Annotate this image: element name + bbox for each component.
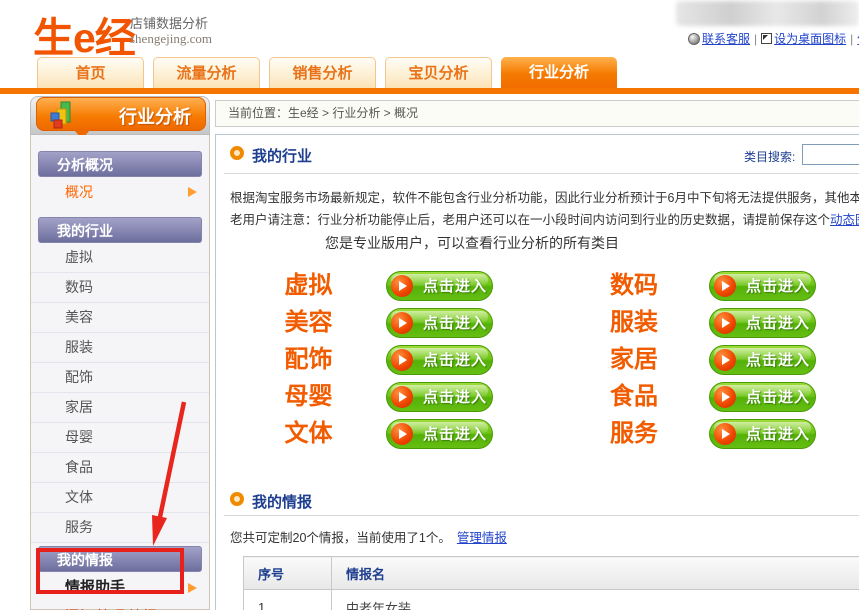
intel-usage-line: 您共可定制20个情报，当前使用了1个。管理情报: [230, 527, 507, 546]
sidebar-item-label: 概况: [65, 177, 93, 207]
enter-button-mother-baby[interactable]: 点击进入: [386, 382, 493, 412]
arrow-circle-icon: [714, 312, 736, 334]
sidebar-group-analysis-overview[interactable]: 分析概况: [38, 151, 202, 177]
cell-index: 1: [244, 590, 332, 610]
category-row: 配饰 点击进入 家居 点击进入: [216, 345, 859, 375]
category-search-label: 类目搜索:: [744, 148, 795, 165]
desktop-shortcut-link[interactable]: 设为桌面图标: [774, 32, 846, 46]
sidebar-group-my-industry[interactable]: 我的行业: [38, 217, 202, 243]
tab-sales-analysis[interactable]: 销售分析: [269, 57, 376, 88]
cell-intel-name: 中老年女装: [332, 590, 859, 610]
enter-button-home[interactable]: 点击进入: [709, 345, 816, 375]
table-header-row: 序号 情报名: [244, 557, 859, 590]
link-separator: |: [850, 32, 853, 46]
notice-line-2: 老用户请注意：行业分析功能停止后，老用户还可以在一小段时间内访问到行业的历史数据…: [230, 209, 859, 228]
category-label-food: 食品: [581, 382, 687, 412]
enter-button-services[interactable]: 点击进入: [709, 419, 816, 449]
category-label-home: 家居: [581, 345, 687, 375]
section-title-my-industry: 我的行业: [252, 145, 312, 166]
logo[interactable]: 生e经: [33, 4, 135, 64]
arrow-circle-icon: [714, 275, 736, 297]
arrow-circle-icon: [391, 423, 413, 445]
enter-button-accessories[interactable]: 点击进入: [386, 345, 493, 375]
enter-button-digital[interactable]: 点击进入: [709, 271, 816, 301]
arrow-circle-icon: [391, 312, 413, 334]
category-label-beauty: 美容: [256, 308, 361, 338]
tab-traffic-analysis[interactable]: 流量分析: [153, 57, 260, 88]
intel-item-link[interactable]: 中老年女装: [346, 601, 411, 610]
section-bullet-icon: [230, 492, 244, 506]
enter-button-culture-sports[interactable]: 点击进入: [386, 419, 493, 449]
category-search-input[interactable]: [802, 144, 859, 165]
arrow-circle-icon: [391, 275, 413, 297]
arrow-circle-icon: [391, 386, 413, 408]
sidebar-item-accessories[interactable]: 配饰: [31, 363, 209, 393]
col-header-index: 序号: [244, 557, 332, 590]
enter-button-food[interactable]: 点击进入: [709, 382, 816, 412]
sidebar-item-clothing[interactable]: 服装: [31, 333, 209, 363]
notice-line-1: 根据淘宝服务市场最新规定，软件不能包含行业分析功能，因此行业分析预计于6月中下旬…: [230, 187, 859, 206]
logo-domain: shengejing.com: [130, 31, 212, 47]
logo-subtitle: 店铺数据分析: [130, 13, 208, 32]
desktop-shortcut-icon: [761, 33, 772, 44]
category-row: 虚拟 点击进入 数码 点击进入: [216, 271, 859, 301]
category-label-services: 服务: [581, 419, 687, 449]
category-row: 美容 点击进入 服装 点击进入: [216, 308, 859, 338]
tab-item-analysis[interactable]: 宝贝分析: [385, 57, 492, 88]
sidebar-item-overview[interactable]: 概况: [31, 177, 209, 207]
sidebar-item-digital[interactable]: 数码: [31, 273, 209, 303]
pro-user-line: 您是专业版用户，可以查看行业分析的所有类目: [216, 233, 728, 253]
tabbar-underline: [0, 88, 859, 94]
link-separator: |: [754, 32, 757, 46]
tab-industry-analysis[interactable]: 行业分析: [501, 57, 617, 88]
sidebar-title: 行业分析: [105, 103, 205, 129]
tab-home[interactable]: 首页: [37, 57, 144, 88]
dynamic-image-link[interactable]: 动态图片: [830, 213, 859, 227]
category-row: 文体 点击进入 服务 点击进入: [216, 419, 859, 449]
section-title-my-intel: 我的情报: [252, 491, 312, 512]
header-links: 联系客服|设为桌面图标|使: [688, 30, 859, 46]
customer-service-icon: [688, 33, 700, 45]
sidebar-item-add-manage-intel[interactable]: 添加/管理 情报: [31, 604, 209, 610]
enter-button-beauty[interactable]: 点击进入: [386, 308, 493, 338]
category-label-digital: 数码: [581, 271, 687, 301]
arrow-right-icon: [188, 187, 197, 197]
divider: [224, 173, 859, 174]
enter-button-clothing[interactable]: 点击进入: [709, 308, 816, 338]
category-label-culture-sports: 文体: [256, 419, 361, 449]
sidebar-title-bubble: 行业分析: [36, 97, 206, 131]
redacted-user-info: [676, 1, 859, 26]
arrow-circle-icon: [714, 423, 736, 445]
app-window: 生e经 店铺数据分析 shengejing.com 联系客服|设为桌面图标|使 …: [0, 0, 859, 610]
breadcrumb: 当前位置：生e经 > 行业分析 > 概况: [215, 100, 859, 127]
category-label-accessories: 配饰: [256, 345, 361, 375]
main-panel: 我的行业 类目搜索: 根据淘宝服务市场最新规定，软件不能包含行业分析功能，因此行…: [215, 134, 859, 610]
table-row: 1 中老年女装: [244, 590, 859, 610]
arrow-right-icon: [188, 583, 197, 593]
category-row: 母婴 点击进入 食品 点击进入: [216, 382, 859, 412]
manage-intel-link[interactable]: 管理情报: [457, 531, 507, 545]
arrow-circle-icon: [391, 349, 413, 371]
sidebar-item-beauty[interactable]: 美容: [31, 303, 209, 333]
arrow-circle-icon: [714, 386, 736, 408]
intel-table: 序号 情报名 1 中老年女装: [243, 556, 859, 610]
divider: [224, 515, 859, 516]
annotation-arrow: [140, 396, 200, 556]
sidebar-item-virtual[interactable]: 虚拟: [31, 243, 209, 273]
category-label-mother-baby: 母婴: [256, 382, 361, 412]
category-label-virtual: 虚拟: [256, 271, 361, 301]
enter-button-virtual[interactable]: 点击进入: [386, 271, 493, 301]
contact-support-link[interactable]: 联系客服: [702, 32, 750, 46]
col-header-intel-name: 情报名: [332, 557, 859, 590]
category-label-clothing: 服装: [581, 308, 687, 338]
section-bullet-icon: [230, 146, 244, 160]
arrow-circle-icon: [714, 349, 736, 371]
